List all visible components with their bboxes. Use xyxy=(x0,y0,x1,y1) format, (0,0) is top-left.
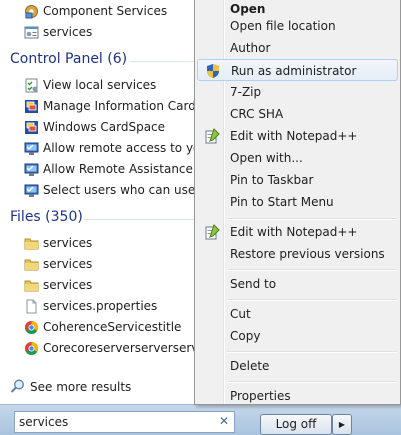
menu-item-delete[interactable]: Delete xyxy=(197,355,398,377)
menu-separator xyxy=(227,351,397,353)
result-label: Allow Remote Assistance invi xyxy=(43,162,212,176)
uac-shield-icon xyxy=(205,63,221,79)
menu-item-open-with[interactable]: Open with... xyxy=(197,147,398,169)
log-off-button[interactable]: Log off xyxy=(260,414,332,435)
result-label: services xyxy=(43,25,93,39)
magnifier-icon xyxy=(10,378,26,397)
remote-computer-icon xyxy=(24,183,39,198)
result-label: Select users who can use rem xyxy=(43,183,212,197)
see-more-results-link[interactable]: See more results xyxy=(10,378,131,396)
menu-item-open-file-location[interactable]: Open file location xyxy=(197,15,398,37)
menu-item-author[interactable]: Author xyxy=(197,37,398,59)
shutdown-options-arrow-icon[interactable]: ▶ xyxy=(332,414,352,435)
menu-item-label: CRC SHA xyxy=(230,107,284,121)
folder-icon xyxy=(24,278,39,293)
menu-separator xyxy=(227,218,397,220)
menu-item-label: Copy xyxy=(230,329,261,343)
group-divider xyxy=(84,219,208,220)
cardspace-icon xyxy=(24,99,39,114)
result-component-services[interactable]: Component Services xyxy=(0,1,212,22)
menu-item-label: Restore previous versions xyxy=(230,247,385,261)
result-allow-remote-assistance[interactable]: Allow Remote Assistance invi xyxy=(0,159,212,180)
chrome-icon xyxy=(24,341,39,356)
folder-icon xyxy=(24,257,39,272)
notepad-plus-plus-icon xyxy=(204,224,220,240)
result-chrome-corecore[interactable]: Corecoreserverserverservices xyxy=(0,338,212,359)
menu-separator xyxy=(227,381,397,383)
menu-item-edit-with-notepad-plus-plus[interactable]: Edit with Notepad++ xyxy=(197,221,398,243)
menu-item-label: Pin to Taskbar xyxy=(230,173,314,187)
result-chrome-coherence[interactable]: CoherenceServicestitle xyxy=(0,317,212,338)
menu-item-label: Open file location xyxy=(230,19,336,33)
cardspace-icon xyxy=(24,120,39,135)
menu-item-crc-sha[interactable]: CRC SHA xyxy=(197,103,398,125)
menu-item-label: Open with... xyxy=(230,151,303,165)
menu-item-label: 7-Zip xyxy=(230,85,262,99)
search-box[interactable]: ✕ xyxy=(14,411,235,433)
menu-item-edit-with-notepad-plus-plus[interactable]: Edit with Notepad++ xyxy=(197,125,398,147)
result-label: Allow remote access to your xyxy=(43,141,212,155)
result-file-services-properties[interactable]: services.properties xyxy=(0,296,212,317)
menu-item-pin-to-start-menu[interactable]: Pin to Start Menu xyxy=(197,191,398,213)
result-label: services xyxy=(43,257,93,271)
menu-item-label: Cut xyxy=(230,307,251,321)
result-label: Component Services xyxy=(43,4,168,18)
menu-item-label: Properties xyxy=(230,389,291,403)
result-label: services xyxy=(43,236,93,250)
menu-item-label: Pin to Start Menu xyxy=(230,195,334,209)
menu-item-properties[interactable]: Properties xyxy=(197,385,398,407)
menu-separator xyxy=(227,299,397,301)
see-more-label: See more results xyxy=(30,380,132,394)
menu-item-pin-to-taskbar[interactable]: Pin to Taskbar xyxy=(197,169,398,191)
result-folder-services[interactable]: services xyxy=(0,254,212,275)
file-icon xyxy=(24,299,39,314)
start-menu-results-panel: Component Services services Control Pane… xyxy=(0,0,212,404)
result-manage-information-cards[interactable]: Manage Information Cards that xyxy=(0,96,212,117)
result-label: CoherenceServicestitle xyxy=(43,320,182,334)
context-menu: Open Open file location Author Run as ad… xyxy=(194,0,401,405)
result-services[interactable]: services xyxy=(0,22,212,43)
menu-item-restore-previous-versions[interactable]: Restore previous versions xyxy=(197,243,398,265)
menu-item-label: Delete xyxy=(230,359,270,373)
menu-item-run-as-administrator[interactable]: Run as administrator xyxy=(197,59,398,81)
menu-item-label: Edit with Notepad++ xyxy=(230,225,358,239)
result-label: services.properties xyxy=(43,299,158,313)
menu-item-label: Author xyxy=(230,41,271,55)
result-label: Corecoreserverserverservices xyxy=(43,341,212,355)
result-view-local-services[interactable]: View local services xyxy=(0,75,212,96)
result-folder-services[interactable]: services xyxy=(0,233,212,254)
result-select-remote-users[interactable]: Select users who can use rem xyxy=(0,180,212,201)
clear-search-icon[interactable]: ✕ xyxy=(219,414,229,428)
menu-item-label: Send to xyxy=(230,277,277,291)
notepad-plus-plus-icon xyxy=(204,128,220,144)
remote-computer-icon xyxy=(24,141,39,156)
checklist-icon xyxy=(24,78,39,93)
result-label: services xyxy=(43,278,93,292)
menu-item-copy[interactable]: Copy xyxy=(197,325,398,347)
result-label: View local services xyxy=(43,78,157,92)
result-label: Windows CardSpace xyxy=(43,120,166,134)
component-services-icon xyxy=(24,4,39,19)
menu-separator xyxy=(227,269,397,271)
result-label: Manage Information Cards that xyxy=(43,99,212,113)
menu-item-label: Open xyxy=(230,2,266,16)
menu-item-label: Edit with Notepad++ xyxy=(230,129,358,143)
result-allow-remote-access[interactable]: Allow remote access to your xyxy=(0,138,212,159)
search-input[interactable] xyxy=(19,414,214,430)
result-folder-services[interactable]: services xyxy=(0,275,212,296)
chrome-icon xyxy=(24,320,39,335)
result-windows-cardspace[interactable]: Windows CardSpace xyxy=(0,117,212,138)
remote-computer-icon xyxy=(24,162,39,177)
menu-item-label: Run as administrator xyxy=(231,64,357,78)
menu-item-send-to[interactable]: Send to xyxy=(197,273,398,295)
folder-icon xyxy=(24,236,39,251)
menu-item-cut[interactable]: Cut xyxy=(197,303,398,325)
services-icon xyxy=(24,25,39,40)
menu-item-7zip[interactable]: 7-Zip xyxy=(197,81,398,103)
group-heading-control-panel[interactable]: Control Panel (6) xyxy=(10,51,127,67)
group-heading-files[interactable]: Files (350) xyxy=(10,209,83,225)
